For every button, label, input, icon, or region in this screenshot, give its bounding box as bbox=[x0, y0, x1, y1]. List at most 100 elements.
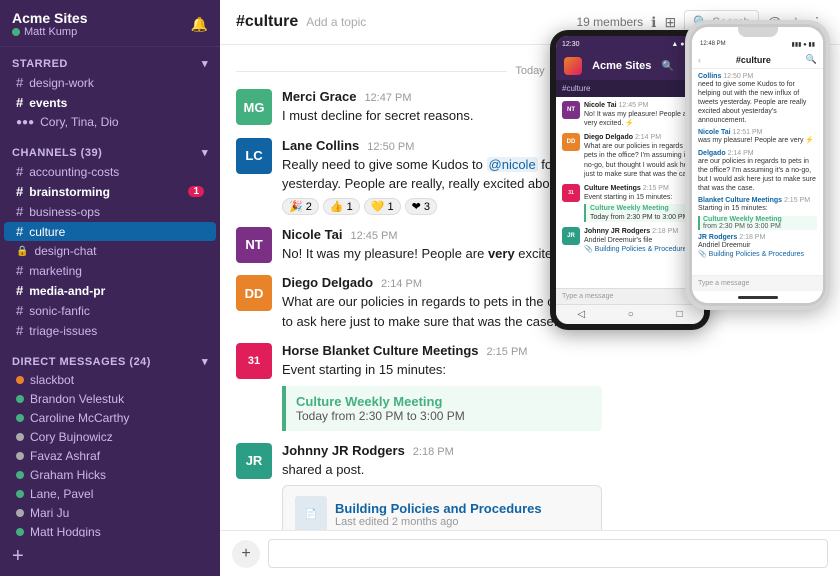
search-box[interactable]: 🔍 Search bbox=[684, 10, 759, 34]
sidebar-item-cory-tina-dio[interactable]: ●●● Cory, Tina, Dio bbox=[4, 113, 216, 131]
message-time: 2:15 PM bbox=[487, 346, 528, 358]
sidebar-item-brandon[interactable]: Brandon Velestuk bbox=[4, 390, 216, 408]
sidebar-item-events[interactable]: # events bbox=[4, 93, 216, 112]
message-content: Merci Grace 12:47 PM I must decline for … bbox=[282, 89, 824, 126]
file-header: 📄 Building Policies and Procedures Last … bbox=[295, 496, 589, 530]
sidebar-item-triage-issues[interactable]: # triage-issues bbox=[4, 321, 216, 340]
message-author: Johnny JR Rodgers bbox=[282, 443, 405, 458]
sidebar-item-label: brainstorming bbox=[29, 185, 110, 199]
meeting-card: Culture Weekly Meeting Today from 2:30 P… bbox=[282, 386, 602, 431]
sidebar-item-label: media-and-pr bbox=[29, 284, 105, 298]
message-author: Diego Delgado bbox=[282, 275, 373, 290]
message-text: shared a post. bbox=[282, 460, 824, 480]
more-icon[interactable]: ⋮ bbox=[810, 14, 824, 31]
header-icons: 19 members ℹ ⊞ 🔍 Search @ ☆ ⋮ bbox=[576, 10, 824, 34]
sidebar-item-label: triage-issues bbox=[29, 324, 97, 338]
dm-name: Lane, Pavel bbox=[30, 487, 93, 501]
member-count: 19 members bbox=[576, 15, 643, 29]
message-input[interactable] bbox=[268, 539, 828, 568]
attach-button[interactable]: + bbox=[232, 540, 260, 568]
sidebar-item-favaz[interactable]: Favaz Ashraf bbox=[4, 447, 216, 465]
starred-section-title[interactable]: STARRED ▾ bbox=[0, 55, 220, 72]
workspace-name[interactable]: Acme Sites bbox=[12, 10, 87, 26]
sidebar-item-caroline[interactable]: Caroline McCarthy bbox=[4, 409, 216, 427]
star-icon[interactable]: ☆ bbox=[789, 14, 802, 31]
starred-section: STARRED ▾ # design-work # events ●●● Cor… bbox=[0, 47, 220, 136]
sidebar-item-slackbot[interactable]: slackbot bbox=[4, 371, 216, 389]
reaction[interactable]: 👍 1 bbox=[323, 198, 360, 215]
user-status: Matt Kump bbox=[12, 26, 87, 38]
chat-body: Today MG Merci Grace 12:47 PM I must dec… bbox=[220, 45, 840, 530]
sidebar-item-sonic-fanfic[interactable]: # sonic-fanfic bbox=[4, 301, 216, 320]
dm-avatar bbox=[16, 528, 24, 536]
avatar: JR bbox=[236, 443, 272, 479]
file-icon: 📄 bbox=[295, 496, 327, 530]
dm-avatar bbox=[16, 452, 24, 460]
dm-name: Mari Ju bbox=[30, 506, 69, 520]
avatar: LC bbox=[236, 138, 272, 174]
file-name[interactable]: Building Policies and Procedures bbox=[335, 501, 542, 516]
channels-section-title[interactable]: CHANNELS (39) ▾ bbox=[0, 144, 220, 161]
sidebar-item-media-and-pr[interactable]: # media-and-pr bbox=[4, 281, 216, 300]
message-row: 31 Horse Blanket Culture Meetings 2:15 P… bbox=[236, 343, 824, 431]
message-time: 2:14 PM bbox=[381, 278, 422, 290]
sidebar-scroll: STARRED ▾ # design-work # events ●●● Cor… bbox=[0, 47, 220, 537]
sidebar-item-label: sonic-fanfic bbox=[29, 304, 90, 318]
sidebar-item-business-ops[interactable]: # business-ops bbox=[4, 202, 216, 221]
sidebar-item-graham[interactable]: Graham Hicks bbox=[4, 466, 216, 484]
channels-section: CHANNELS (39) ▾ # accounting-costs # bra… bbox=[0, 136, 220, 345]
sidebar-item-label: business-ops bbox=[29, 205, 100, 219]
username: Matt Kump bbox=[24, 26, 77, 38]
sidebar-item-marketing[interactable]: # marketing bbox=[4, 261, 216, 280]
lock-icon: 🔒 bbox=[16, 246, 28, 257]
sidebar-item-design-chat[interactable]: 🔒 design-chat bbox=[4, 242, 216, 260]
message-time: 12:45 PM bbox=[350, 230, 397, 242]
bell-icon[interactable]: 🔔 bbox=[191, 16, 208, 33]
dm-name: Matt Hodgins bbox=[30, 525, 101, 537]
sidebar-item-matt[interactable]: Matt Hodgins bbox=[4, 523, 216, 537]
search-icon: 🔍 bbox=[693, 15, 708, 29]
chat-header-left: #culture Add a topic bbox=[236, 13, 366, 31]
date-label: Today bbox=[515, 65, 544, 77]
message-header: Nicole Tai 12:45 PM bbox=[282, 227, 824, 242]
reaction[interactable]: 💛 1 bbox=[364, 198, 401, 215]
at-icon[interactable]: @ bbox=[767, 14, 781, 30]
hash-icon: # bbox=[16, 204, 23, 219]
dm-dots: ●●● bbox=[16, 117, 34, 128]
add-topic[interactable]: Add a topic bbox=[306, 15, 366, 29]
sidebar-item-accounting-costs[interactable]: # accounting-costs bbox=[4, 162, 216, 181]
message-content: Lane Collins 12:50 PM Really need to giv… bbox=[282, 138, 824, 215]
message-content: Nicole Tai 12:45 PM No! It was my pleasu… bbox=[282, 227, 824, 264]
meeting-time-text: Today from 2:30 PM to 3:00 PM bbox=[296, 409, 592, 423]
add-channel-button[interactable]: + bbox=[0, 537, 220, 576]
avatar: NT bbox=[236, 227, 272, 263]
message-header: Horse Blanket Culture Meetings 2:15 PM bbox=[282, 343, 824, 358]
dm-name: Cory Bujnowicz bbox=[30, 430, 113, 444]
date-divider: Today bbox=[236, 65, 824, 77]
hash-icon: # bbox=[16, 263, 23, 278]
meeting-title[interactable]: Culture Weekly Meeting bbox=[296, 394, 592, 409]
sidebar-item-lane-pavel[interactable]: Lane, Pavel bbox=[4, 485, 216, 503]
sidebar-item-mari[interactable]: Mari Ju bbox=[4, 504, 216, 522]
sidebar-item-label: design-work bbox=[29, 76, 94, 90]
dm-avatar bbox=[16, 471, 24, 479]
reaction[interactable]: 🎉 2 bbox=[282, 198, 319, 215]
message-header: Merci Grace 12:47 PM bbox=[282, 89, 824, 104]
search-label: Search bbox=[712, 15, 750, 29]
sidebar-item-culture[interactable]: # culture bbox=[4, 222, 216, 241]
hash-icon: # bbox=[16, 283, 23, 298]
message-row: MG Merci Grace 12:47 PM I must decline f… bbox=[236, 89, 824, 126]
info-icon[interactable]: ℹ bbox=[651, 14, 656, 31]
dm-avatar bbox=[16, 433, 24, 441]
dm-avatar bbox=[16, 376, 24, 384]
dm-section-title[interactable]: DIRECT MESSAGES (24) ▾ bbox=[0, 353, 220, 370]
sidebar-item-label: marketing bbox=[29, 264, 82, 278]
reaction[interactable]: ❤ 3 bbox=[405, 198, 437, 215]
message-content: Horse Blanket Culture Meetings 2:15 PM E… bbox=[282, 343, 824, 431]
sidebar-item-brainstorming[interactable]: # brainstorming 1 bbox=[4, 182, 216, 201]
dm-name: Graham Hicks bbox=[30, 468, 106, 482]
sidebar-item-cory[interactable]: Cory Bujnowicz bbox=[4, 428, 216, 446]
sidebar-item-design-work[interactable]: # design-work bbox=[4, 73, 216, 92]
hash-icon: # bbox=[16, 224, 23, 239]
layout-icon[interactable]: ⊞ bbox=[665, 14, 677, 31]
